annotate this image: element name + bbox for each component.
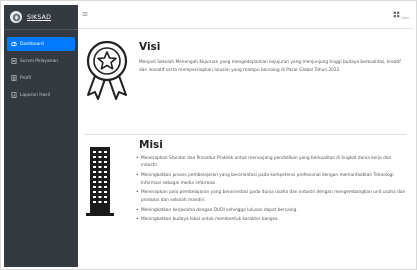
- brand[interactable]: SIKSAD: [4, 5, 78, 30]
- sidebar-item-dashboard[interactable]: Dashboard: [7, 37, 75, 51]
- bullet: •: [136, 173, 139, 179]
- list-item: • Meningkatkan budaya lokal untuk membent…: [135, 216, 409, 223]
- profile-icon: [11, 75, 17, 81]
- hamburger-icon[interactable]: [82, 11, 88, 17]
- visi-title: Visi: [139, 41, 161, 53]
- dashboard-icon: [11, 41, 17, 47]
- list-item: • Meningkatkan proses pembelajaran yang b…: [135, 172, 409, 187]
- misi-item-text: Menerapkan pola pembelajaran yang berori…: [141, 190, 406, 203]
- bullet: •: [136, 190, 139, 196]
- bullet: •: [136, 207, 139, 213]
- sidebar-item-label: Dashboard: [20, 41, 44, 47]
- top-navbar: User: [78, 5, 413, 29]
- survey-icon: [11, 58, 17, 64]
- list-item: • Meningkatkan kerjasama dengan DUDI sehi…: [135, 207, 409, 214]
- bullet: •: [136, 217, 139, 223]
- misi-item-text: Menerapkan Standar dan Prosedur Praktek …: [141, 156, 392, 169]
- bullet: •: [136, 156, 139, 161]
- brand-name: SIKSAD: [27, 13, 52, 21]
- sidebar-item-laporan[interactable]: Laporan Hasil: [7, 88, 75, 102]
- sidebar-item-profil[interactable]: Profil: [7, 71, 75, 85]
- sidebar: SIKSAD Dashboard Survei Pelayanan Profil…: [4, 5, 78, 267]
- building-icon: [84, 141, 124, 221]
- misi-title: Misi: [139, 139, 163, 151]
- award-ribbon-icon: [84, 39, 130, 105]
- list-item: • Menerapkan pola pembelajaran yang beror…: [135, 189, 409, 204]
- user-label: User: [401, 16, 409, 20]
- brand-logo-icon: [10, 11, 22, 23]
- list-item: • Menerapkan Standar dan Prosedur Praktek…: [135, 155, 409, 170]
- sidebar-item-label: Laporan Hasil: [20, 92, 51, 98]
- main-content: Visi Menjadi Sekolah Menengah Kejuruan y…: [78, 29, 413, 267]
- sidebar-item-survei[interactable]: Survei Pelayanan: [7, 54, 75, 68]
- sidebar-menu: Dashboard Survei Pelayanan Profil Lapora…: [4, 30, 78, 102]
- misi-list: • Menerapkan Standar dan Prosedur Praktek…: [135, 155, 409, 226]
- misi-item-text: Meningkatkan kerjasama dengan DUDI sehin…: [141, 207, 298, 213]
- user-icon: [393, 11, 400, 18]
- misi-item-text: Meningkatkan proses pembelajaran yang be…: [141, 173, 394, 186]
- sidebar-item-label: Profil: [20, 75, 31, 81]
- user-menu[interactable]: User: [393, 11, 409, 20]
- section-divider: [84, 134, 407, 135]
- misi-item-text: Meningkatkan budaya lokal untuk membentu…: [141, 217, 279, 223]
- visi-text: Menjadi Sekolah Menengah Kejuruan yang m…: [139, 60, 401, 73]
- report-icon: [11, 92, 17, 98]
- sidebar-item-label: Survei Pelayanan: [20, 58, 58, 64]
